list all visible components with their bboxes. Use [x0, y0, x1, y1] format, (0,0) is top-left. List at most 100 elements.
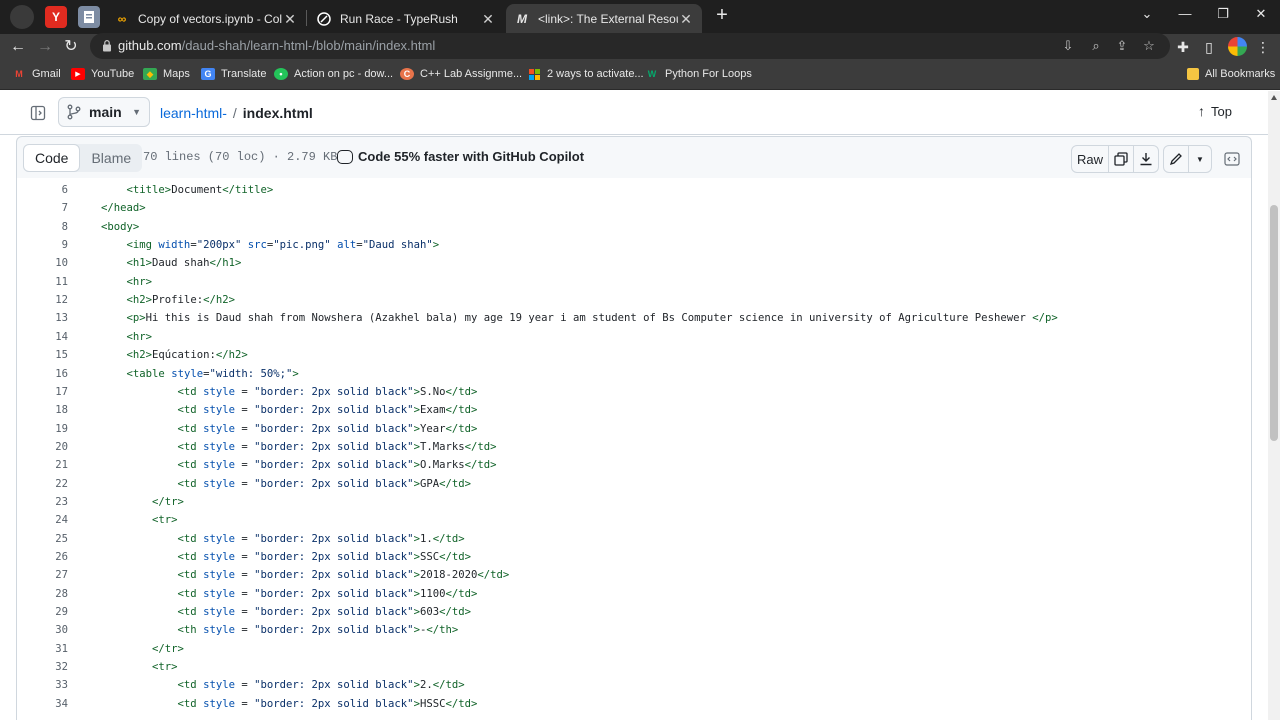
line-number[interactable]: 6: [17, 181, 68, 199]
sidebar-toggle-icon[interactable]: [24, 101, 52, 125]
code-line[interactable]: 19 <td style = "border: 2px solid black"…: [17, 420, 1251, 438]
bookmark-python-loops[interactable]: W Python For Loops: [645, 68, 752, 80]
code-line[interactable]: 25 <td style = "border: 2px solid black"…: [17, 530, 1251, 548]
code-line[interactable]: 34 <td style = "border: 2px solid black"…: [17, 695, 1251, 713]
bookmark-star-icon[interactable]: ☆: [1141, 38, 1157, 54]
pinned-document-icon[interactable]: [78, 6, 100, 28]
scrollbar-thumb[interactable]: [1270, 205, 1278, 441]
code-view[interactable]: 6 <title>Document</title> 7 </head> 8 <body>…: [16, 178, 1252, 720]
line-number[interactable]: 18: [17, 401, 68, 419]
new-tab-button[interactable]: +: [710, 4, 734, 28]
line-number[interactable]: 27: [17, 566, 68, 584]
extensions-icon[interactable]: ✚: [1173, 37, 1193, 57]
code-line[interactable]: 30 <th style = "border: 2px solid black"…: [17, 621, 1251, 639]
code-line[interactable]: 7 </head>: [17, 199, 1251, 217]
line-number[interactable]: 11: [17, 273, 68, 291]
download-button[interactable]: [1133, 145, 1159, 173]
bookmark-maps[interactable]: ◆ Maps: [143, 68, 190, 80]
code-line[interactable]: 13 <p>Hi this is Daud shah from Nowshera…: [17, 309, 1251, 327]
line-number[interactable]: 22: [17, 475, 68, 493]
url-text[interactable]: github.com/daud-shah/learn-html-/blob/ma…: [118, 38, 435, 53]
copy-raw-button[interactable]: [1108, 145, 1134, 173]
code-line[interactable]: 33 <td style = "border: 2px solid black"…: [17, 676, 1251, 694]
scroll-up-icon[interactable]: [1271, 95, 1277, 100]
code-line[interactable]: 16 <table style="width: 50%;">: [17, 365, 1251, 383]
line-number[interactable]: 31: [17, 640, 68, 658]
line-number[interactable]: 28: [17, 585, 68, 603]
code-line[interactable]: 29 <td style = "border: 2px solid black"…: [17, 603, 1251, 621]
avatar[interactable]: [1228, 37, 1247, 56]
code-line[interactable]: 11 <hr>: [17, 273, 1251, 291]
line-number[interactable]: 25: [17, 530, 68, 548]
code-line[interactable]: 10 <h1>Daud shah</h1>: [17, 254, 1251, 272]
line-number[interactable]: 24: [17, 511, 68, 529]
code-line[interactable]: 27 <td style = "border: 2px solid black"…: [17, 566, 1251, 584]
tab-mdn-link[interactable]: M <link>: The External Resource Lin ✕: [506, 4, 702, 34]
line-number[interactable]: 20: [17, 438, 68, 456]
code-line[interactable]: 22 <td style = "border: 2px solid black"…: [17, 475, 1251, 493]
profile-icon[interactable]: [10, 5, 34, 29]
top-button[interactable]: ↑ Top: [1198, 103, 1232, 119]
line-number[interactable]: 34: [17, 695, 68, 713]
code-line[interactable]: 24 <tr>: [17, 511, 1251, 529]
close-icon[interactable]: ✕: [678, 11, 694, 28]
page-scrollbar[interactable]: [1268, 91, 1280, 720]
code-line[interactable]: 6 <title>Document</title>: [17, 181, 1251, 199]
bookmark-action[interactable]: • Action on pc - dow...: [274, 68, 393, 80]
code-line[interactable]: 17 <td style = "border: 2px solid black"…: [17, 383, 1251, 401]
install-app-icon[interactable]: ⇩: [1060, 38, 1076, 54]
code-line[interactable]: 14 <hr>: [17, 328, 1251, 346]
code-line[interactable]: 32 <tr>: [17, 658, 1251, 676]
line-number[interactable]: 30: [17, 621, 68, 639]
line-number[interactable]: 12: [17, 291, 68, 309]
bookmark-youtube[interactable]: ▶ YouTube: [71, 68, 134, 80]
code-line[interactable]: 31 </tr>: [17, 640, 1251, 658]
line-number[interactable]: 7: [17, 199, 68, 217]
code-line[interactable]: 21 <td style = "border: 2px solid black"…: [17, 456, 1251, 474]
line-number[interactable]: 14: [17, 328, 68, 346]
window-close-button[interactable]: ✕: [1242, 0, 1280, 28]
yandex-icon[interactable]: Y: [45, 6, 67, 28]
code-line[interactable]: 23 </tr>: [17, 493, 1251, 511]
close-icon[interactable]: ✕: [480, 11, 496, 28]
code-line[interactable]: 9 <img width="200px" src="pic.png" alt="…: [17, 236, 1251, 254]
close-icon[interactable]: ✕: [282, 11, 298, 28]
forward-button[interactable]: →: [34, 36, 56, 58]
reload-button[interactable]: ↻: [60, 36, 82, 58]
all-bookmarks[interactable]: All Bookmarks: [1187, 68, 1275, 80]
code-line[interactable]: 26 <td style = "border: 2px solid black"…: [17, 548, 1251, 566]
code-line[interactable]: 15 <h2>Eqúcation:</h2>: [17, 346, 1251, 364]
minimize-button[interactable]: —: [1166, 0, 1204, 28]
edit-dropdown-button[interactable]: ▼: [1188, 145, 1212, 173]
site-info-icon[interactable]: [102, 39, 112, 52]
edit-button[interactable]: [1163, 145, 1189, 173]
code-line[interactable]: 18 <td style = "border: 2px solid black"…: [17, 401, 1251, 419]
code-line[interactable]: 8 <body>: [17, 218, 1251, 236]
line-number[interactable]: 9: [17, 236, 68, 254]
code-line[interactable]: 20 <td style = "border: 2px solid black"…: [17, 438, 1251, 456]
line-number[interactable]: 15: [17, 346, 68, 364]
back-button[interactable]: ←: [7, 36, 29, 58]
line-number[interactable]: 17: [17, 383, 68, 401]
tab-typerush[interactable]: Run Race - TypeRush ✕: [308, 4, 504, 34]
restore-button[interactable]: ❐: [1204, 0, 1242, 28]
copilot-promo[interactable]: Code 55% faster with GitHub Copilot: [337, 149, 584, 164]
tab-search-icon[interactable]: ⌄: [1128, 0, 1166, 28]
side-panel-icon[interactable]: ▯: [1199, 37, 1219, 57]
line-number[interactable]: 8: [17, 218, 68, 236]
code-line[interactable]: 28 <td style = "border: 2px solid black"…: [17, 585, 1251, 603]
line-number[interactable]: 16: [17, 365, 68, 383]
tab-blame[interactable]: Blame: [80, 144, 142, 172]
bookmark-gmail[interactable]: M Gmail: [12, 68, 60, 80]
line-number[interactable]: 32: [17, 658, 68, 676]
zoom-icon[interactable]: ⌕: [1088, 38, 1104, 54]
line-number[interactable]: 29: [17, 603, 68, 621]
tab-code[interactable]: Code: [23, 144, 81, 172]
raw-button[interactable]: Raw: [1071, 145, 1109, 173]
line-number[interactable]: 23: [17, 493, 68, 511]
breadcrumb-repo-link[interactable]: learn-html-: [160, 105, 227, 121]
code-line[interactable]: 12 <h2>Profile:</h2>: [17, 291, 1251, 309]
menu-icon[interactable]: ⋮: [1253, 37, 1273, 57]
line-number[interactable]: 33: [17, 676, 68, 694]
address-bar[interactable]: github.com/daud-shah/learn-html-/blob/ma…: [90, 33, 1170, 59]
